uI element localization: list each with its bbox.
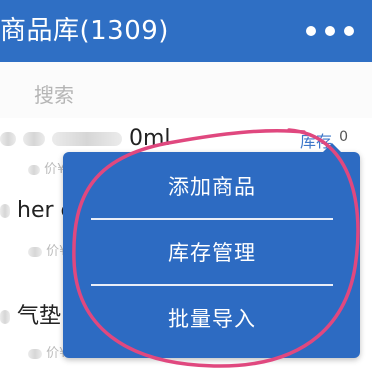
blurred-text (28, 164, 40, 175)
dot (306, 26, 316, 36)
dropdown-menu: 添加商品 库存管理 批量导入 (63, 143, 360, 358)
product-name: 0ml (0, 126, 171, 151)
dot (344, 26, 354, 36)
search-bar[interactable]: 搜索 (0, 62, 372, 118)
blurred-text (0, 310, 10, 324)
product-name: 气垫 (0, 298, 61, 330)
product-price: 价¥ (28, 240, 67, 259)
page-title: 商品库(1309) (0, 16, 169, 46)
blurred-text (52, 132, 122, 146)
menu-item-add-product[interactable]: 添加商品 (91, 154, 333, 218)
menu-item-inventory-management[interactable]: 库存管理 (91, 220, 333, 284)
blurred-text (0, 204, 10, 218)
dot (325, 26, 335, 36)
blurred-text (0, 132, 16, 146)
product-price: 价¥ (28, 158, 65, 177)
more-dots-icon[interactable] (306, 20, 354, 42)
search-placeholder: 搜索 (34, 83, 74, 107)
product-price: 价¥ (28, 342, 67, 361)
blurred-text (28, 348, 42, 359)
blurred-text (23, 132, 45, 146)
product-name-text: 气垫 (17, 304, 62, 329)
product-name-text: 0ml (129, 126, 171, 151)
blurred-text (28, 246, 42, 257)
menu-caret (322, 143, 342, 153)
top-bar: 商品库(1309) (0, 0, 372, 62)
menu-item-batch-import[interactable]: 批量导入 (91, 286, 333, 350)
